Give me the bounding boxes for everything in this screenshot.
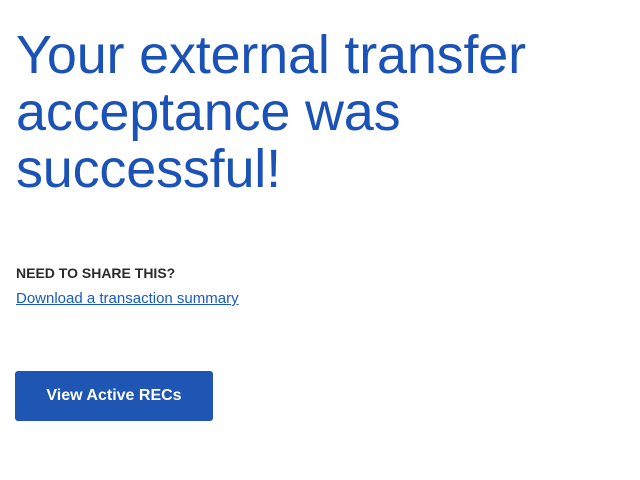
success-heading-line-2: acceptance was: [16, 82, 401, 142]
download-transaction-summary-link[interactable]: Download a transaction summary: [16, 290, 239, 308]
success-heading: Your external transfer acceptance was su…: [16, 27, 616, 198]
success-heading-line-1: Your external transfer: [16, 25, 526, 85]
view-active-recs-button[interactable]: View Active RECs: [15, 371, 213, 421]
success-heading-line-3: successful!: [16, 139, 281, 199]
share-section-label: NEED TO SHARE THIS?: [16, 265, 176, 281]
confirmation-page: Your external transfer acceptance was su…: [0, 0, 640, 480]
